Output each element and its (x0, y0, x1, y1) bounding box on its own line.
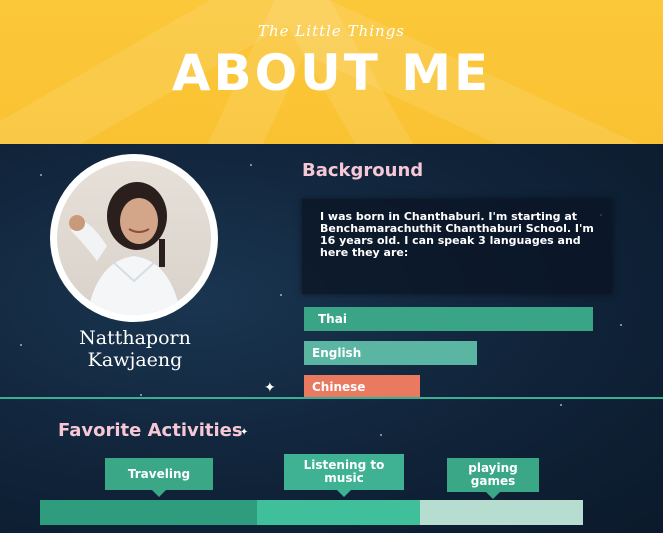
language-bar-chinese: Chinese (304, 375, 420, 399)
activity-bubble-traveling: Traveling (105, 458, 213, 497)
activity-bubble-music: Listening to music (284, 454, 404, 497)
activities-heading: Favorite Activities (58, 420, 243, 441)
language-label: Chinese (312, 380, 366, 394)
sparkle-icon: ✦ (264, 380, 276, 396)
background-text: I was born in Chanthaburi. I'm starting … (320, 210, 594, 259)
activity-label: Traveling (127, 466, 191, 481)
name-last: Kawjaeng (87, 349, 183, 371)
page-title: ABOUT ME (171, 44, 492, 102)
section-divider (0, 397, 663, 399)
header-subtitle: The Little Things (258, 22, 405, 40)
language-label: English (312, 346, 362, 360)
activity-bubble-games: playing games (447, 458, 539, 499)
activity-label: Listening to music (303, 458, 385, 485)
language-bar-english: English (304, 341, 477, 365)
header-banner: The Little Things ABOUT ME (0, 0, 663, 144)
activity-bar-traveling (40, 500, 257, 525)
language-bar-thai: Thai (304, 307, 593, 331)
avatar (57, 161, 211, 315)
profile-photo-frame (50, 154, 218, 322)
activity-bar-music (257, 500, 420, 525)
activity-label: playing games (468, 461, 518, 488)
background-heading: Background (302, 160, 424, 181)
activity-bar-games (420, 500, 583, 525)
language-label: Thai (318, 312, 347, 326)
name-first: Natthaporn (79, 327, 191, 349)
profile-name: Natthaporn Kawjaeng (40, 327, 230, 371)
